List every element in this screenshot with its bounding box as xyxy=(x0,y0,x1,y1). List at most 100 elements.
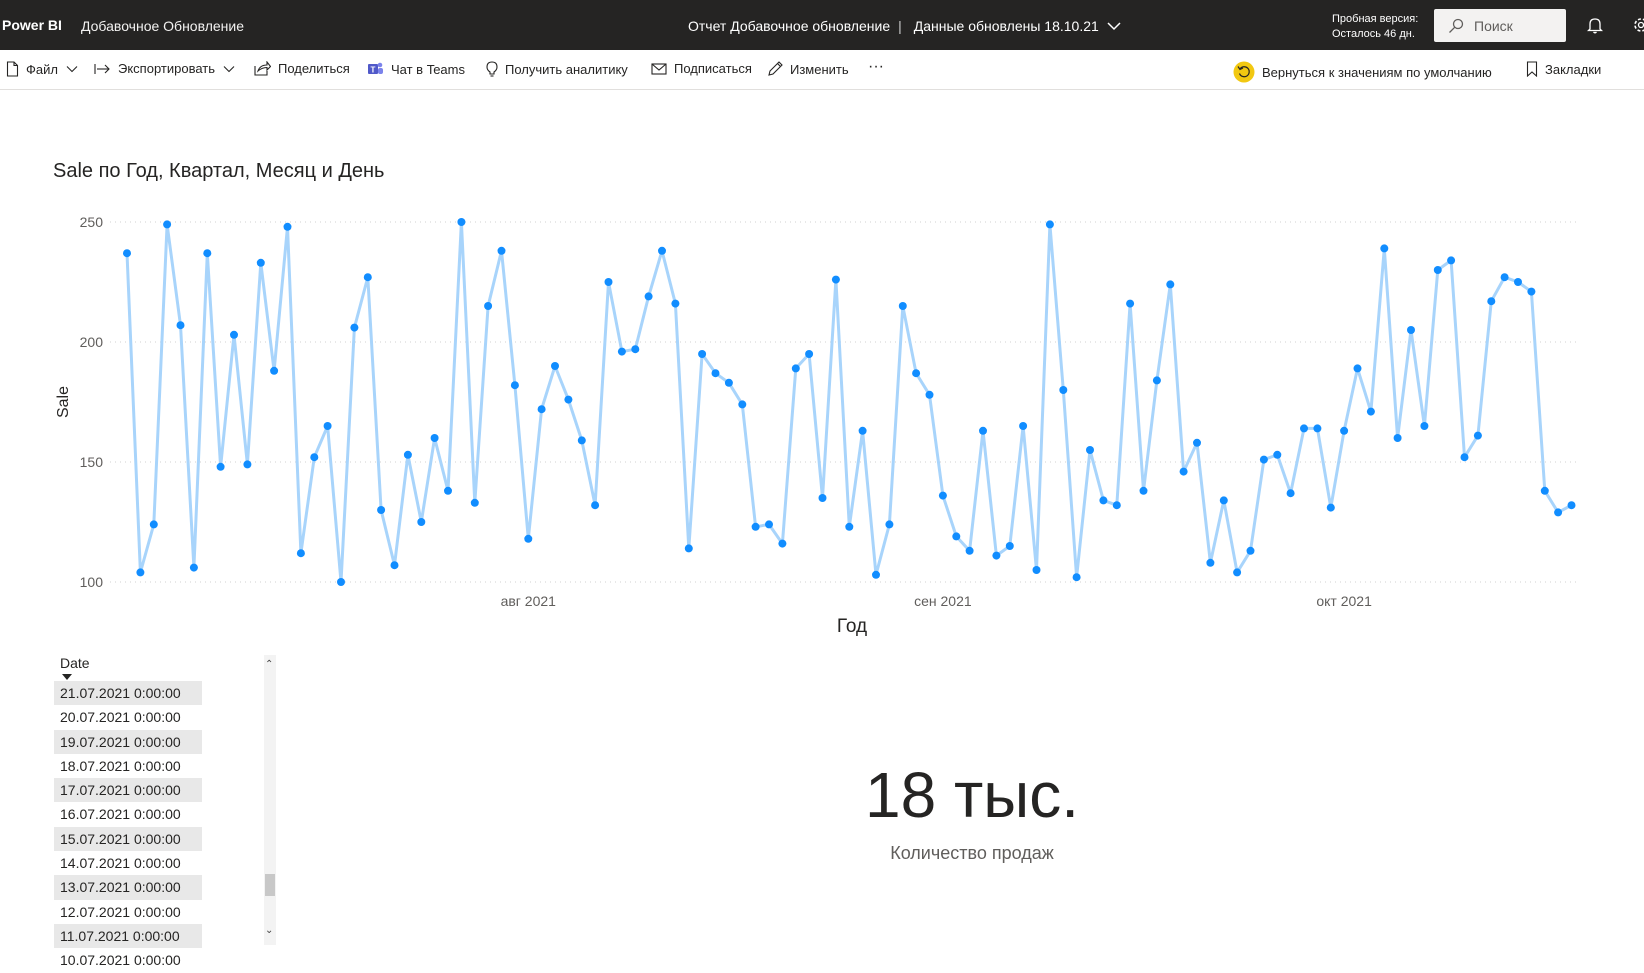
data-point[interactable] xyxy=(470,498,479,507)
slicer-item[interactable]: 13.07.2021 0:00:00 xyxy=(54,875,202,900)
data-point[interactable] xyxy=(1326,503,1335,512)
data-point[interactable] xyxy=(805,350,814,358)
data-point[interactable] xyxy=(1179,467,1188,476)
data-point[interactable] xyxy=(1059,386,1068,394)
data-point[interactable] xyxy=(1219,496,1228,505)
data-point[interactable] xyxy=(1139,486,1148,495)
more-options-button[interactable]: ··· xyxy=(868,58,884,76)
data-point[interactable] xyxy=(778,539,787,548)
data-point[interactable] xyxy=(390,561,399,570)
reset-to-default-button[interactable]: Вернуться к значениям по умолчанию xyxy=(1233,61,1492,83)
data-point[interactable] xyxy=(925,390,934,399)
data-point[interactable] xyxy=(350,323,359,332)
data-point[interactable] xyxy=(149,520,158,529)
data-point[interactable] xyxy=(938,491,947,500)
data-point[interactable] xyxy=(1540,486,1549,495)
data-point[interactable] xyxy=(1393,434,1402,442)
data-point[interactable] xyxy=(1340,426,1349,435)
data-point[interactable] xyxy=(1527,287,1536,296)
data-point[interactable] xyxy=(992,551,1001,560)
data-point[interactable] xyxy=(216,462,225,471)
data-point[interactable] xyxy=(1259,455,1268,464)
data-point[interactable] xyxy=(243,460,252,469)
data-point[interactable] xyxy=(1313,424,1322,433)
data-point[interactable] xyxy=(1500,273,1509,282)
data-point[interactable] xyxy=(323,422,332,430)
data-point[interactable] xyxy=(296,549,305,558)
edit-button[interactable]: Изменить xyxy=(767,61,849,77)
data-point[interactable] xyxy=(1554,508,1563,517)
data-point[interactable] xyxy=(1152,376,1161,385)
data-point[interactable] xyxy=(965,546,974,555)
data-point[interactable] xyxy=(497,246,506,255)
data-point[interactable] xyxy=(979,426,987,435)
data-point[interactable] xyxy=(310,453,319,462)
data-point[interactable] xyxy=(698,350,707,358)
data-point[interactable] xyxy=(1166,280,1175,289)
data-point[interactable] xyxy=(1380,244,1389,253)
data-point[interactable] xyxy=(203,249,212,258)
slicer-item[interactable]: 11.07.2021 0:00:00 xyxy=(54,923,202,949)
data-point[interactable] xyxy=(270,366,279,375)
data-point[interactable] xyxy=(283,222,292,231)
data-point[interactable] xyxy=(1086,446,1094,454)
data-point[interactable] xyxy=(644,292,653,301)
data-point[interactable] xyxy=(1300,424,1308,433)
data-point[interactable] xyxy=(1072,573,1081,582)
search-box[interactable]: Поиск xyxy=(1434,9,1566,42)
data-point[interactable] xyxy=(189,563,198,572)
data-point[interactable] xyxy=(163,220,172,229)
data-point[interactable] xyxy=(1233,568,1242,577)
data-point[interactable] xyxy=(1487,297,1496,306)
data-point[interactable] xyxy=(684,544,693,553)
data-point[interactable] xyxy=(831,275,840,284)
data-point[interactable] xyxy=(885,520,894,529)
slicer-item[interactable]: 21.07.2021 0:00:00 xyxy=(54,681,202,706)
data-point[interactable] xyxy=(724,378,733,387)
data-point[interactable] xyxy=(230,330,238,339)
data-point[interactable] xyxy=(444,486,452,495)
data-point[interactable] xyxy=(845,522,854,531)
data-point[interactable] xyxy=(1045,220,1054,229)
data-point[interactable] xyxy=(952,532,961,541)
data-point[interactable] xyxy=(711,369,720,378)
subscribe-button[interactable]: Подписаться xyxy=(651,61,752,76)
data-point[interactable] xyxy=(551,362,559,370)
data-point[interactable] xyxy=(791,364,800,373)
data-point[interactable] xyxy=(1126,299,1135,308)
data-point[interactable] xyxy=(1005,542,1014,550)
data-point[interactable] xyxy=(765,520,773,529)
data-point[interactable] xyxy=(564,395,573,404)
scroll-up-icon[interactable]: ⌃ xyxy=(265,659,273,670)
bookmarks-button[interactable]: Закладки xyxy=(1526,61,1601,77)
file-menu-button[interactable]: Файл xyxy=(6,61,85,77)
data-point[interactable] xyxy=(1112,501,1121,510)
data-point[interactable] xyxy=(363,273,372,282)
data-point[interactable] xyxy=(524,534,533,543)
scroll-thumb[interactable] xyxy=(265,874,275,896)
data-point[interactable] xyxy=(631,345,640,354)
data-point[interactable] xyxy=(1353,364,1362,373)
gear-icon[interactable] xyxy=(1632,16,1644,34)
data-point[interactable] xyxy=(1420,422,1429,430)
data-point[interactable] xyxy=(1433,266,1442,274)
data-point[interactable] xyxy=(123,249,131,258)
data-point[interactable] xyxy=(898,302,907,310)
data-point[interactable] xyxy=(377,506,386,514)
data-point[interactable] xyxy=(1286,489,1295,498)
sale-line-chart[interactable]: 100 150 200 250 авг 2021 сен 2021 окт 2021 Год S… xyxy=(0,200,1644,640)
slicer-item[interactable]: 10.07.2021 0:00:00 xyxy=(54,948,202,972)
data-point[interactable] xyxy=(658,246,666,255)
slicer-item[interactable]: 20.07.2021 0:00:00 xyxy=(54,705,202,729)
data-point[interactable] xyxy=(537,405,546,414)
chevron-down-icon[interactable] xyxy=(1107,21,1121,31)
data-point[interactable] xyxy=(1473,431,1482,440)
data-point[interactable] xyxy=(591,501,600,510)
data-point[interactable] xyxy=(337,578,345,586)
data-point[interactable] xyxy=(457,218,466,226)
share-button[interactable]: Поделиться xyxy=(254,61,350,76)
data-point[interactable] xyxy=(403,450,412,459)
data-point[interactable] xyxy=(1514,278,1522,286)
export-menu-button[interactable]: Экспортировать xyxy=(94,61,242,76)
data-point[interactable] xyxy=(1246,546,1255,555)
